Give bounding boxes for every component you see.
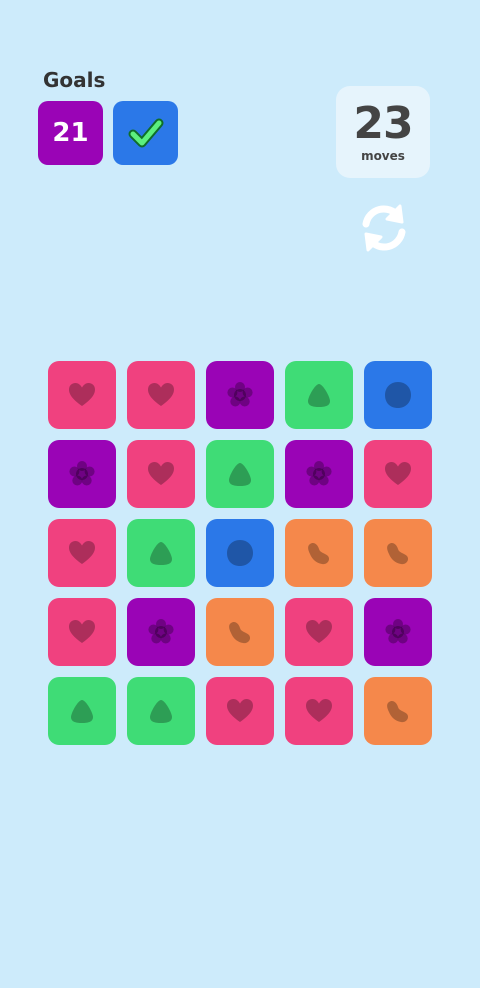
board-tile[interactable] <box>285 440 353 508</box>
board-tile[interactable] <box>206 677 274 745</box>
goal-count-tile: 21 <box>38 101 103 165</box>
flower-icon <box>148 619 174 644</box>
board-tile[interactable] <box>127 598 195 666</box>
heart-icon <box>69 620 95 643</box>
heart-icon <box>69 541 95 564</box>
board-tile[interactable] <box>364 361 432 429</box>
board-tile[interactable] <box>48 598 116 666</box>
moves-counter: 23 moves <box>336 86 430 178</box>
heart-icon <box>306 620 332 643</box>
flower-icon <box>69 461 95 486</box>
heart-icon <box>227 699 253 722</box>
drop-icon <box>308 384 330 407</box>
goals-title: Goals <box>43 68 106 92</box>
bean-icon <box>387 700 409 723</box>
board-tile[interactable] <box>48 440 116 508</box>
refresh-icon <box>362 204 406 252</box>
board-tile[interactable] <box>206 361 274 429</box>
board-tile[interactable] <box>206 598 274 666</box>
board-tile[interactable] <box>364 677 432 745</box>
drop-icon <box>229 463 251 486</box>
board-tile[interactable] <box>285 598 353 666</box>
board-tile[interactable] <box>206 519 274 587</box>
bean-icon <box>387 542 409 565</box>
board-tile[interactable] <box>364 440 432 508</box>
flower-icon <box>385 619 411 644</box>
bean-icon <box>308 542 330 565</box>
drop-icon <box>150 542 172 565</box>
board-tile[interactable] <box>127 440 195 508</box>
board-tile[interactable] <box>285 361 353 429</box>
game-board <box>48 361 432 745</box>
board-tile[interactable] <box>285 677 353 745</box>
flower-icon <box>227 382 253 407</box>
moves-label: moves <box>361 149 405 163</box>
board-tile[interactable] <box>364 519 432 587</box>
blob-icon <box>385 382 411 408</box>
goal-done-tile <box>113 101 178 165</box>
heart-icon <box>148 383 174 406</box>
board-tile[interactable] <box>127 677 195 745</box>
bean-icon <box>229 621 251 644</box>
blob-icon <box>227 540 253 566</box>
board-tile[interactable] <box>127 519 195 587</box>
reset-button[interactable] <box>356 200 412 256</box>
board-tile[interactable] <box>364 598 432 666</box>
board-tile[interactable] <box>285 519 353 587</box>
heart-icon <box>306 699 332 722</box>
heart-icon <box>69 383 95 406</box>
board-tile[interactable] <box>48 519 116 587</box>
board-tile[interactable] <box>48 361 116 429</box>
drop-icon <box>150 700 172 723</box>
board-tile[interactable] <box>48 677 116 745</box>
board-tile[interactable] <box>206 440 274 508</box>
flower-icon <box>306 461 332 486</box>
moves-count: 23 <box>353 98 413 149</box>
heart-icon <box>385 462 411 485</box>
drop-icon <box>71 700 93 723</box>
check-icon <box>128 118 163 148</box>
goal-count: 21 <box>52 118 89 148</box>
heart-icon <box>148 462 174 485</box>
board-tile[interactable] <box>127 361 195 429</box>
